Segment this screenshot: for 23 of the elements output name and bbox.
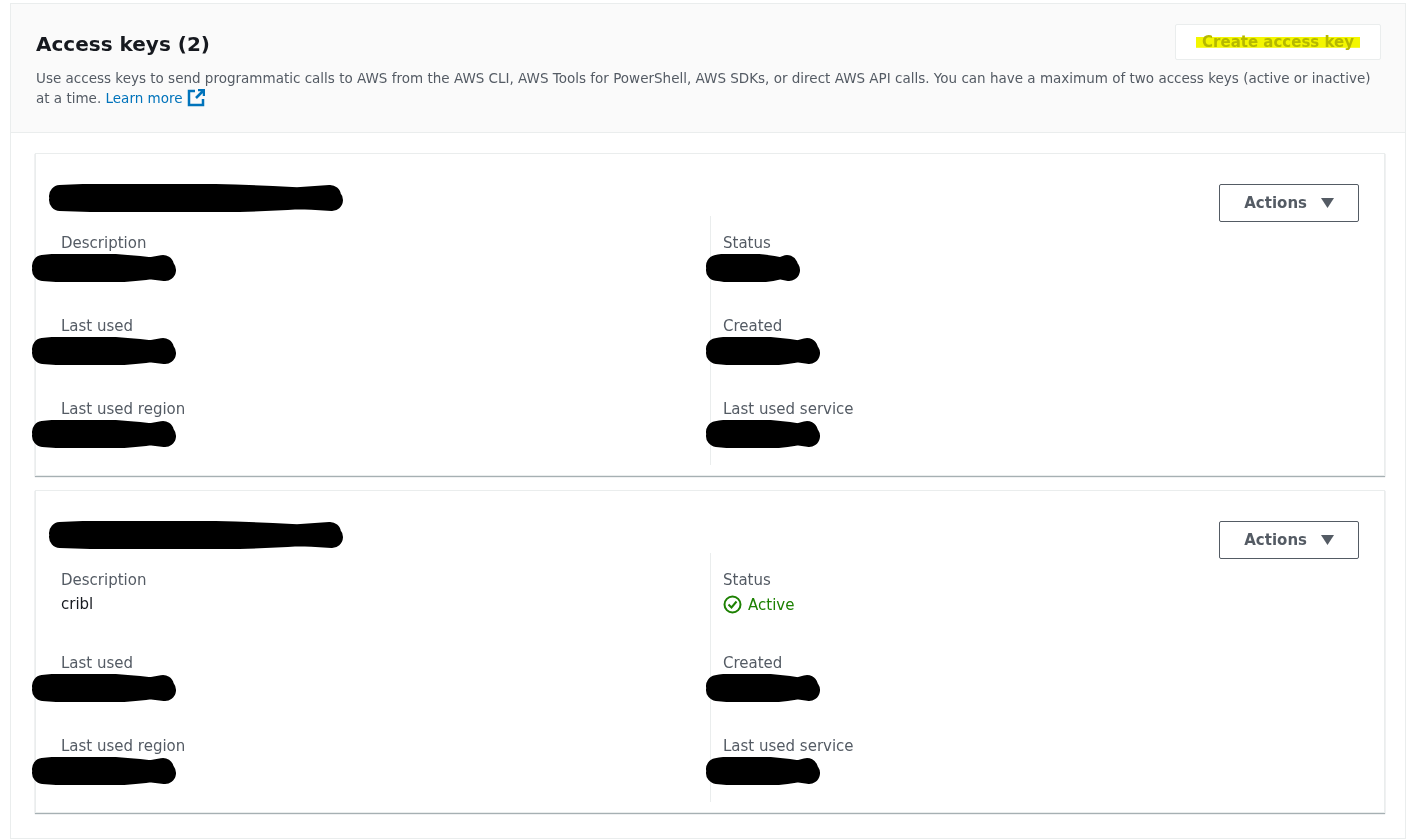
- field-label: Description: [61, 571, 147, 589]
- field-label: Last used: [61, 317, 134, 335]
- field-value: cribl: [61, 595, 94, 613]
- field-label: Last used service: [723, 400, 854, 418]
- field-label: Created: [723, 317, 783, 335]
- check-circle-icon: [723, 595, 742, 614]
- field-label: Last used region: [61, 400, 186, 418]
- field-label: Created: [723, 654, 783, 672]
- field-label: Status: [723, 571, 771, 589]
- caret-down-icon: [1321, 198, 1334, 208]
- status-text: Active: [748, 595, 795, 614]
- field-label: Last used: [61, 654, 134, 672]
- external-link-icon: [186, 89, 205, 107]
- section-title: Access keys (2): [36, 32, 210, 56]
- caret-down-icon: [1321, 535, 1334, 545]
- field-label: Last used region: [61, 737, 186, 755]
- field-label: Status: [723, 234, 771, 252]
- actions-button[interactable]: Actions: [1219, 521, 1359, 559]
- learn-more-link[interactable]: Learn more: [105, 90, 205, 106]
- field-label: Description: [61, 234, 147, 252]
- description-text: Use access keys to send programmatic calls to AWS from the AWS CLI, AWS Tools for PowerShell, AWS SDKs, or direct AWS API calls. You can have a maximum of two access keys (active or inactive) at a time. Learn more: [36, 69, 1372, 108]
- actions-button[interactable]: Actions: [1219, 184, 1359, 222]
- field-label: Last used service: [723, 737, 854, 755]
